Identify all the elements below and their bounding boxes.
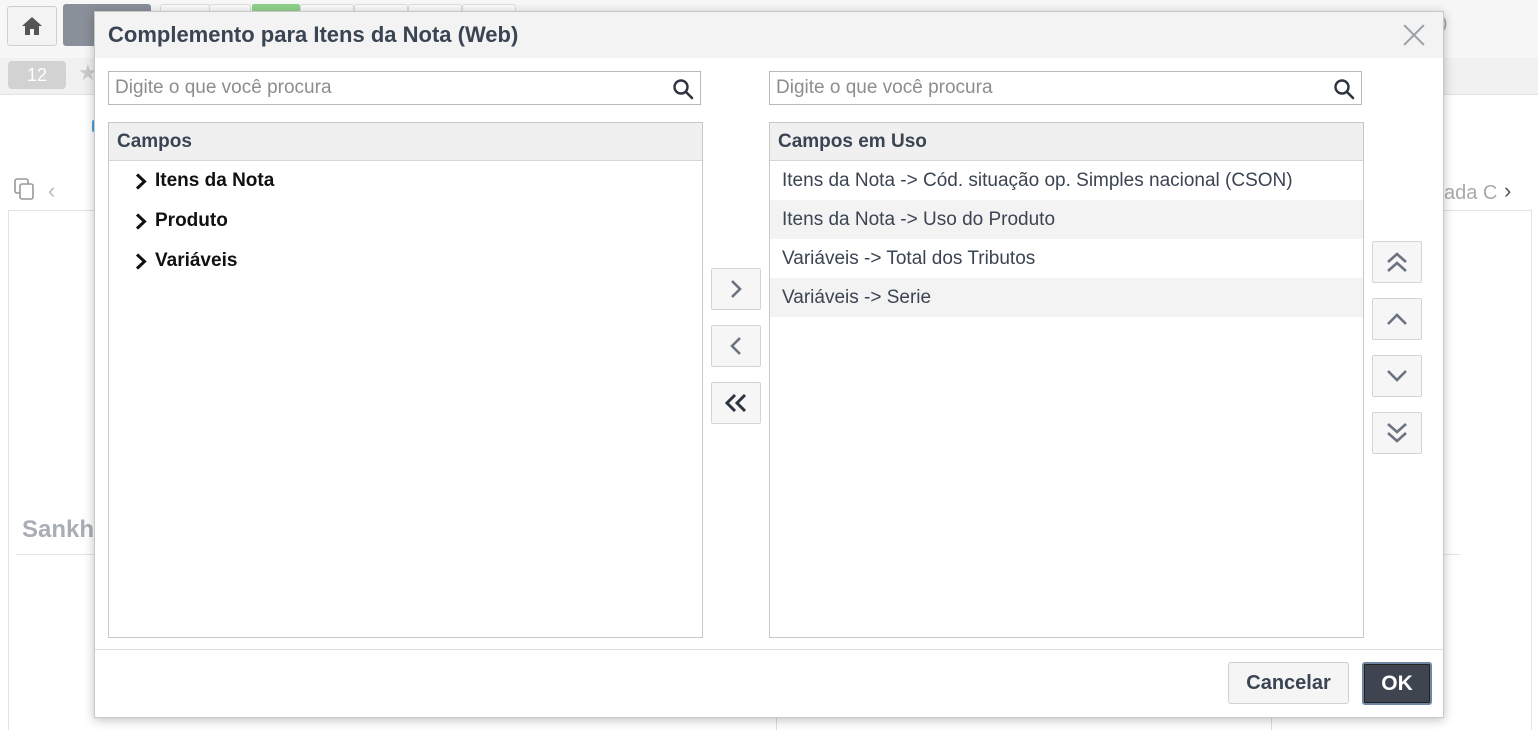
home-icon [22,17,42,35]
search-icon[interactable] [1333,78,1355,100]
fields-search-field [108,71,701,105]
list-item[interactable]: Itens da Nota -> Cód. situação op. Simpl… [770,161,1363,200]
background-section-title: Sankh [22,516,95,543]
copy-icon[interactable] [14,178,34,200]
used-fields-header: Campos em Uso [770,123,1363,161]
dialog-footer-divider [95,649,1443,650]
chevron-right-icon[interactable]: › [1504,178,1511,204]
tree-item-label: Itens da Nota [155,170,275,191]
chevron-down-icon [1387,370,1407,382]
add-field-button[interactable] [711,268,761,310]
fields-search-input[interactable] [109,72,669,104]
fields-tree-header: Campos [109,123,702,161]
list-item[interactable]: Itens da Nota -> Uso do Produto [770,200,1363,239]
double-chevron-left-icon [724,393,747,413]
tree-item-variaveis[interactable]: Variáveis [109,241,702,281]
chevron-right-icon[interactable] [135,173,147,190]
double-chevron-up-icon [1387,252,1407,272]
complement-dialog: Complemento para Itens da Nota (Web) Cam… [94,11,1444,718]
close-icon[interactable] [1400,21,1428,49]
chevron-left-icon [730,337,741,355]
chevron-left-icon[interactable]: ‹ [48,178,55,204]
cancel-button[interactable]: Cancelar [1228,662,1349,704]
tree-item-label: Produto [155,210,228,231]
chevron-right-icon[interactable] [135,253,147,270]
dialog-title: Complemento para Itens da Nota (Web) [108,22,519,47]
chevron-right-icon[interactable] [135,213,147,230]
dialog-header: Complemento para Itens da Nota (Web) [95,12,1443,58]
move-to-bottom-button[interactable] [1372,412,1422,454]
used-fields-search-input[interactable] [770,72,1330,104]
move-down-button[interactable] [1372,355,1422,397]
tree-item-label: Variáveis [155,250,238,271]
count-badge: 12 [8,61,66,89]
list-item[interactable]: Variáveis -> Total dos Tributos [770,239,1363,278]
tree-item-itens-da-nota[interactable]: Itens da Nota [109,161,702,201]
chevron-up-icon [1387,313,1407,325]
move-up-button[interactable] [1372,298,1422,340]
double-chevron-down-icon [1387,423,1407,443]
background-tab-label[interactable]: ada C [1444,182,1497,205]
search-icon[interactable] [672,78,694,100]
background-box [776,716,1272,730]
fields-tree-panel: Campos Itens da Nota Produto Variáveis [108,122,703,638]
move-to-top-button[interactable] [1372,241,1422,283]
chevron-right-icon [731,280,742,298]
used-fields-search-field [769,71,1362,105]
used-fields-panel: Campos em Uso Itens da Nota -> Cód. situ… [769,122,1364,638]
ok-button[interactable]: OK [1362,662,1432,705]
list-item[interactable]: Variáveis -> Serie [770,278,1363,317]
home-button[interactable] [7,6,57,46]
remove-field-button[interactable] [711,325,761,367]
tree-item-produto[interactable]: Produto [109,201,702,241]
remove-all-fields-button[interactable] [711,382,761,424]
